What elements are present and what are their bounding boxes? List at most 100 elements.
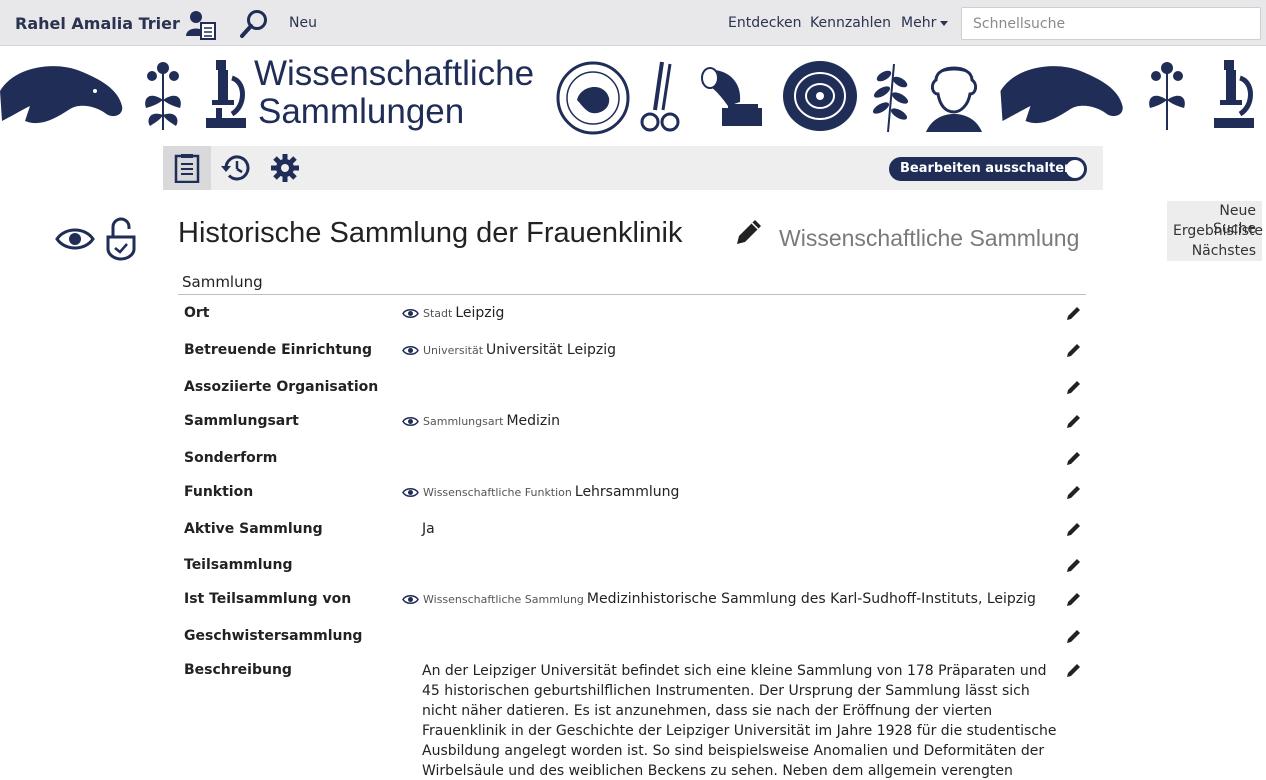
field-row-ort: Ort Stadt Leipzig bbox=[184, 305, 1086, 335]
edit-title-pencil-icon[interactable] bbox=[733, 216, 765, 248]
edit-mode-toggle[interactable]: Bearbeiten ausschalten bbox=[889, 157, 1087, 181]
field-label: Beschreibung bbox=[184, 662, 292, 678]
field-label: Sonderform bbox=[184, 450, 278, 466]
field-type: Universität bbox=[423, 344, 484, 357]
field-type: Wissenschaftliche Sammlung bbox=[423, 593, 584, 606]
document-view-button[interactable] bbox=[163, 146, 211, 190]
edit-pencil-icon[interactable] bbox=[1066, 662, 1082, 678]
field-label: Ort bbox=[184, 305, 210, 321]
edit-pencil-icon[interactable] bbox=[1066, 413, 1082, 429]
field-label: Assoziierte Organisation bbox=[184, 379, 379, 395]
plant-icon bbox=[145, 62, 181, 130]
unlocked-icon[interactable] bbox=[105, 217, 137, 261]
record-toolbar: Bearbeiten ausschalten bbox=[163, 146, 1103, 190]
edit-toggle-label: Bearbeiten ausschalten bbox=[900, 161, 1074, 176]
history-button[interactable] bbox=[212, 146, 260, 190]
field-row-geschwistersammlung: Geschwistersammlung bbox=[184, 628, 1086, 658]
plant-icon-2 bbox=[1149, 62, 1185, 130]
visibility-icon bbox=[402, 345, 419, 355]
field-row-sammlungsart: Sammlungsart Sammlungsart Medizin bbox=[184, 413, 1086, 443]
field-row-teilsammlung: Teilsammlung bbox=[184, 557, 1086, 587]
visibility-icon bbox=[402, 594, 419, 604]
field-value-text: Ja bbox=[422, 521, 435, 537]
banner-title-line2: Sammlungen bbox=[258, 92, 465, 131]
more-label: Mehr bbox=[901, 15, 937, 31]
scissors-icon bbox=[640, 61, 680, 132]
search-icon[interactable] bbox=[238, 8, 270, 40]
field-row-funktion: Funktion Wissenschaftliche Funktion Lehrs… bbox=[184, 484, 1086, 514]
settings-button[interactable] bbox=[261, 146, 309, 190]
visibility-icon bbox=[402, 487, 419, 497]
field-type: Stadt bbox=[423, 307, 453, 320]
section-divider bbox=[178, 294, 1086, 295]
microscope-icon bbox=[206, 60, 246, 128]
new-search-link[interactable]: Neue Suche bbox=[1167, 201, 1262, 237]
field-value[interactable]: Wissenschaftliche Sammlung Medizinhistori… bbox=[402, 591, 1036, 607]
field-value-text[interactable]: Lehrsammlung bbox=[575, 484, 679, 500]
field-row-ist-teilsammlung-von: Ist Teilsammlung von Wissenschaftliche S… bbox=[184, 591, 1086, 621]
fern-icon bbox=[872, 63, 909, 133]
visibility-icon[interactable] bbox=[55, 225, 95, 253]
edit-pencil-icon[interactable] bbox=[1066, 557, 1082, 573]
top-navbar: Rahel Amalia Trier Neu Entdecken Kennzah… bbox=[0, 0, 1266, 46]
field-row-sonderform: Sonderform bbox=[184, 450, 1086, 480]
field-value[interactable]: Universität Universität Leipzig bbox=[402, 342, 616, 358]
field-value-text[interactable]: Leipzig bbox=[455, 305, 504, 321]
edit-pencil-icon[interactable] bbox=[1066, 591, 1082, 607]
microscope-icon-2 bbox=[1214, 60, 1254, 128]
field-value[interactable]: Sammlungsart Medizin bbox=[402, 413, 560, 429]
edit-pencil-icon[interactable] bbox=[1066, 342, 1082, 358]
document-icon bbox=[174, 154, 200, 183]
walrus-icon-2 bbox=[1000, 66, 1123, 124]
field-label: Funktion bbox=[184, 484, 254, 500]
field-value[interactable]: Stadt Leipzig bbox=[402, 305, 504, 321]
toggle-knob bbox=[1066, 160, 1084, 178]
seal-icon bbox=[556, 61, 630, 135]
field-label: Teilsammlung bbox=[184, 557, 293, 573]
banner-title-line1: Wissenschaftliche bbox=[254, 54, 535, 93]
field-value-text[interactable]: Medizinhistorische Sammlung des Karl-Sud… bbox=[587, 591, 1036, 607]
field-label: Betreuende Einrichtung bbox=[184, 342, 373, 358]
discover-link[interactable]: Entdecken bbox=[728, 15, 802, 31]
metrics-link[interactable]: Kennzahlen bbox=[810, 15, 891, 31]
gramophone-icon bbox=[701, 67, 762, 126]
side-navigation: Neue Suche Ergebnisliste Nächstes bbox=[1167, 201, 1263, 261]
next-link[interactable]: Nächstes bbox=[1167, 241, 1262, 261]
caret-down-icon bbox=[940, 20, 949, 26]
banner: Wissenschaftliche Sammlungen bbox=[0, 46, 1266, 142]
field-row-assoziierte-organisation: Assoziierte Organisation bbox=[184, 379, 1086, 409]
edit-pencil-icon[interactable] bbox=[1066, 628, 1082, 644]
history-icon bbox=[221, 155, 250, 181]
edit-pencil-icon[interactable] bbox=[1066, 484, 1082, 500]
field-value-text[interactable]: Medizin bbox=[506, 413, 560, 429]
visibility-icon bbox=[402, 416, 419, 426]
more-dropdown[interactable]: Mehr bbox=[901, 15, 949, 31]
field-row-betreuende-einrichtung: Betreuende Einrichtung Universität Univer… bbox=[184, 342, 1086, 372]
field-label: Sammlungsart bbox=[184, 413, 299, 429]
edit-pencil-icon[interactable] bbox=[1066, 450, 1082, 466]
field-type: Sammlungsart bbox=[423, 415, 504, 428]
walrus-icon bbox=[0, 66, 123, 124]
quick-search-input[interactable] bbox=[961, 7, 1261, 40]
section-heading: Sammlung bbox=[182, 273, 263, 291]
new-link[interactable]: Neu bbox=[289, 15, 317, 31]
record-type: Wissenschaftliche Sammlung bbox=[779, 225, 1080, 251]
edit-pencil-icon[interactable] bbox=[1066, 379, 1082, 395]
edit-pencil-icon[interactable] bbox=[1066, 521, 1082, 537]
field-row-aktive-sammlung: Aktive Sammlung Ja bbox=[184, 521, 1086, 551]
description-text: An der Leipziger Universität befindet si… bbox=[422, 663, 1057, 779]
field-value-text[interactable]: Universität Leipzig bbox=[486, 342, 616, 358]
field-type: Wissenschaftliche Funktion bbox=[423, 486, 572, 499]
record-title: Historische Sammlung der Frauenklinik bbox=[178, 217, 683, 249]
field-label: Geschwistersammlung bbox=[184, 628, 363, 644]
result-list-link[interactable]: Ergebnisliste bbox=[1167, 221, 1263, 241]
field-label: Ist Teilsammlung von bbox=[184, 591, 352, 607]
visibility-icon bbox=[402, 308, 419, 318]
ammonite-icon bbox=[783, 61, 857, 131]
edit-pencil-icon[interactable] bbox=[1066, 305, 1082, 321]
user-name[interactable]: Rahel Amalia Trier bbox=[15, 14, 180, 33]
gear-icon bbox=[271, 154, 299, 182]
bust-icon bbox=[926, 66, 982, 132]
user-records-icon[interactable] bbox=[184, 8, 216, 40]
field-value[interactable]: Wissenschaftliche Funktion Lehrsammlung bbox=[402, 484, 679, 500]
